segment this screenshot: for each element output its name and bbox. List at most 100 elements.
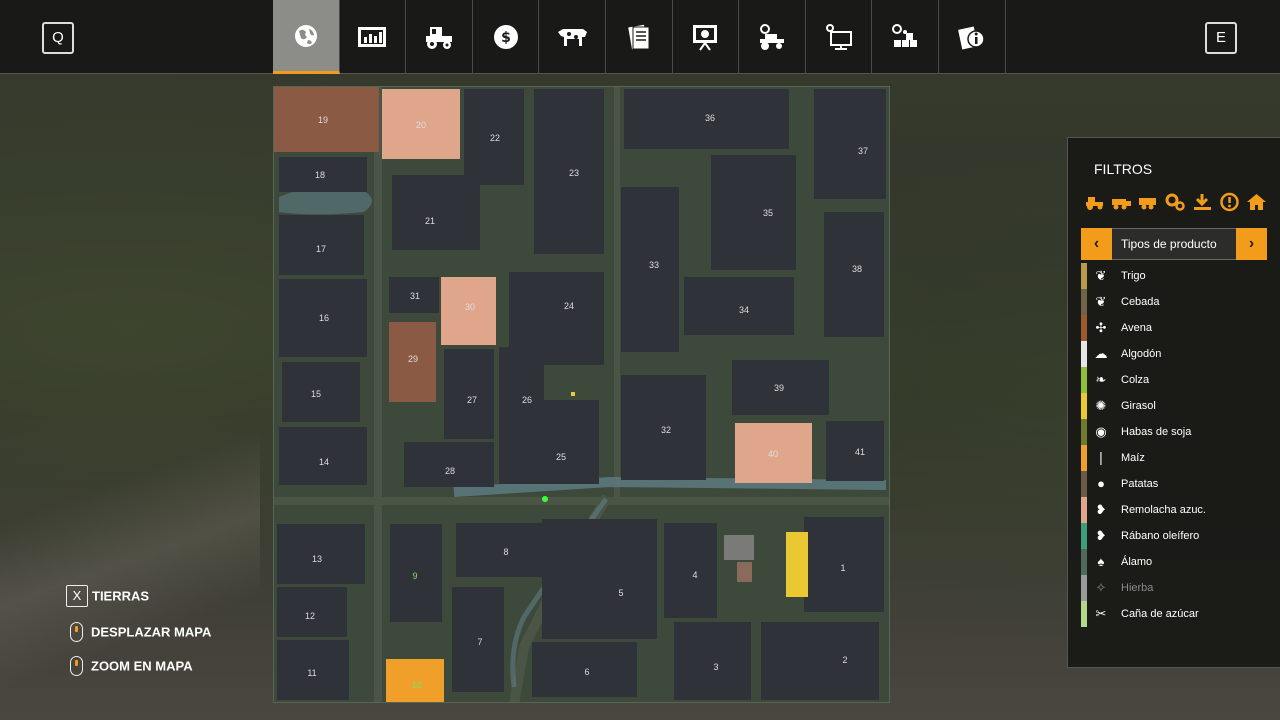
- field-label: 23: [568, 168, 580, 178]
- filters-title: FILTROS: [1094, 161, 1153, 177]
- legend-swatch: [1081, 393, 1087, 419]
- legend-item[interactable]: ✺ Girasol: [1081, 393, 1271, 419]
- globe-icon: [294, 24, 317, 47]
- tab-contracts[interactable]: [606, 0, 673, 74]
- field-label: 27: [466, 395, 478, 405]
- field-label: 18: [314, 170, 326, 180]
- field-label: 3: [713, 662, 719, 672]
- vehicle-settings-icon: [759, 24, 784, 50]
- legend-swatch: [1081, 523, 1087, 549]
- legend-label: Algodón: [1121, 348, 1162, 360]
- field-label: 8: [503, 547, 509, 557]
- legend-item[interactable]: ❥ Rábano oleífero: [1081, 523, 1271, 549]
- sunflower-icon: ✺: [1095, 398, 1107, 413]
- oat-icon: ✣: [1095, 320, 1107, 335]
- legend-item[interactable]: ● Patatas: [1081, 471, 1271, 497]
- legend-item[interactable]: ✂ Caña de azúcar: [1081, 601, 1271, 627]
- potato-icon: ●: [1097, 476, 1105, 491]
- legend-item[interactable]: ◉ Habas de soja: [1081, 419, 1271, 445]
- field-label: 20: [415, 120, 427, 130]
- field-label: 29: [407, 354, 419, 364]
- mouse-drag-icon: [70, 622, 83, 642]
- warning-filter-icon[interactable]: [1219, 192, 1240, 212]
- sugarbeet-icon: ❥: [1095, 502, 1107, 517]
- tab-ai-workers[interactable]: [806, 0, 873, 74]
- farm-map[interactable]: 19 20 22 23 36 37 18 21 35 17 33 38 31 3…: [273, 86, 890, 703]
- legend-swatch: [1081, 445, 1087, 471]
- mouse-scroll-icon: [70, 656, 83, 676]
- tab-animals[interactable]: [539, 0, 606, 74]
- field-label: 30: [464, 302, 476, 312]
- next-page-key-button[interactable]: E: [1205, 22, 1237, 54]
- canola-icon: ❧: [1095, 372, 1107, 387]
- tab-map[interactable]: [273, 0, 340, 74]
- radish-icon: ❥: [1095, 528, 1107, 543]
- info-icon: [957, 26, 985, 50]
- field-label: 9: [412, 571, 418, 581]
- legend-label: Remolacha azuc.: [1121, 504, 1206, 516]
- combine-filter-icon[interactable]: [1111, 192, 1132, 212]
- legend-label: Trigo: [1121, 270, 1146, 282]
- tab-finances[interactable]: $: [473, 0, 540, 74]
- tractor-filter-icon[interactable]: [1084, 192, 1105, 212]
- map-terrain: [274, 87, 889, 702]
- home-filter-icon[interactable]: [1246, 192, 1267, 212]
- field-label: 7: [477, 637, 483, 647]
- legend-swatch: [1081, 367, 1087, 393]
- lands-label: TIERRAS: [92, 588, 150, 604]
- product-type-selector[interactable]: ‹ Tipos de producto ›: [1081, 228, 1267, 260]
- legend-label: Caña de azúcar: [1121, 608, 1199, 620]
- tab-statistics[interactable]: [340, 0, 407, 74]
- legend-label: Patatas: [1121, 478, 1159, 490]
- field-label: 13: [311, 554, 323, 564]
- field-label: 14: [318, 457, 330, 467]
- help-zoom-map: ZOOM EN MAPA: [66, 656, 193, 676]
- tab-tutorial[interactable]: [673, 0, 740, 74]
- field-label: 2: [842, 655, 848, 665]
- x-key-icon: X: [66, 585, 88, 607]
- prev-page-key-button[interactable]: Q: [42, 22, 74, 54]
- pan-map-label: DESPLAZAR MAPA: [91, 624, 212, 640]
- legend-label: Álamo: [1121, 556, 1153, 568]
- legend-label: Girasol: [1121, 400, 1156, 412]
- help-lands[interactable]: X TIERRAS: [66, 585, 149, 607]
- legend-swatch: [1081, 497, 1087, 523]
- tools-filter-icon[interactable]: [1165, 192, 1186, 212]
- legend-item[interactable]: ☁ Algodón: [1081, 341, 1271, 367]
- field-label: 37: [857, 146, 869, 156]
- legend-item[interactable]: ✧ Hierba: [1081, 575, 1271, 601]
- legend-item[interactable]: ❦ Cebada: [1081, 289, 1271, 315]
- tab-vehicles[interactable]: [406, 0, 473, 74]
- tab-vehicle-settings[interactable]: [739, 0, 806, 74]
- legend-item[interactable]: ✣ Avena: [1081, 315, 1271, 341]
- zoom-map-label: ZOOM EN MAPA: [91, 658, 193, 674]
- field-label: 34: [738, 305, 750, 315]
- tab-production[interactable]: [872, 0, 939, 74]
- legend-item[interactable]: ❥ Remolacha azuc.: [1081, 497, 1271, 523]
- unload-filter-icon[interactable]: [1192, 192, 1213, 212]
- legend-item[interactable]: ♠ Álamo: [1081, 549, 1271, 575]
- field-label: 16: [318, 313, 330, 323]
- trailer-filter-icon[interactable]: [1138, 192, 1159, 212]
- contracts-icon: [627, 24, 650, 50]
- stats-icon: [358, 27, 387, 47]
- legend-item[interactable]: ❦ Trigo: [1081, 263, 1271, 289]
- legend-swatch: [1081, 549, 1087, 575]
- legend-item[interactable]: ❧ Colza: [1081, 367, 1271, 393]
- menu-tabs: $: [273, 0, 1006, 74]
- selector-next-button[interactable]: ›: [1236, 228, 1267, 260]
- field-label: 40: [767, 449, 779, 459]
- legend-label: Avena: [1121, 322, 1152, 334]
- filter-category-icons: [1084, 192, 1267, 212]
- computer-icon: [825, 24, 852, 50]
- field-label: 26: [521, 395, 533, 405]
- tab-help[interactable]: [939, 0, 1006, 74]
- legend-label: Cebada: [1121, 296, 1160, 308]
- legend-swatch: [1081, 315, 1087, 341]
- field-label: 35: [762, 208, 774, 218]
- top-menu-bar: Q $ E: [0, 0, 1280, 74]
- grass-icon: ✧: [1095, 580, 1107, 595]
- legend-item[interactable]: ❘ Maíz: [1081, 445, 1271, 471]
- selector-label: Tipos de producto: [1121, 237, 1217, 251]
- selector-prev-button[interactable]: ‹: [1081, 228, 1112, 260]
